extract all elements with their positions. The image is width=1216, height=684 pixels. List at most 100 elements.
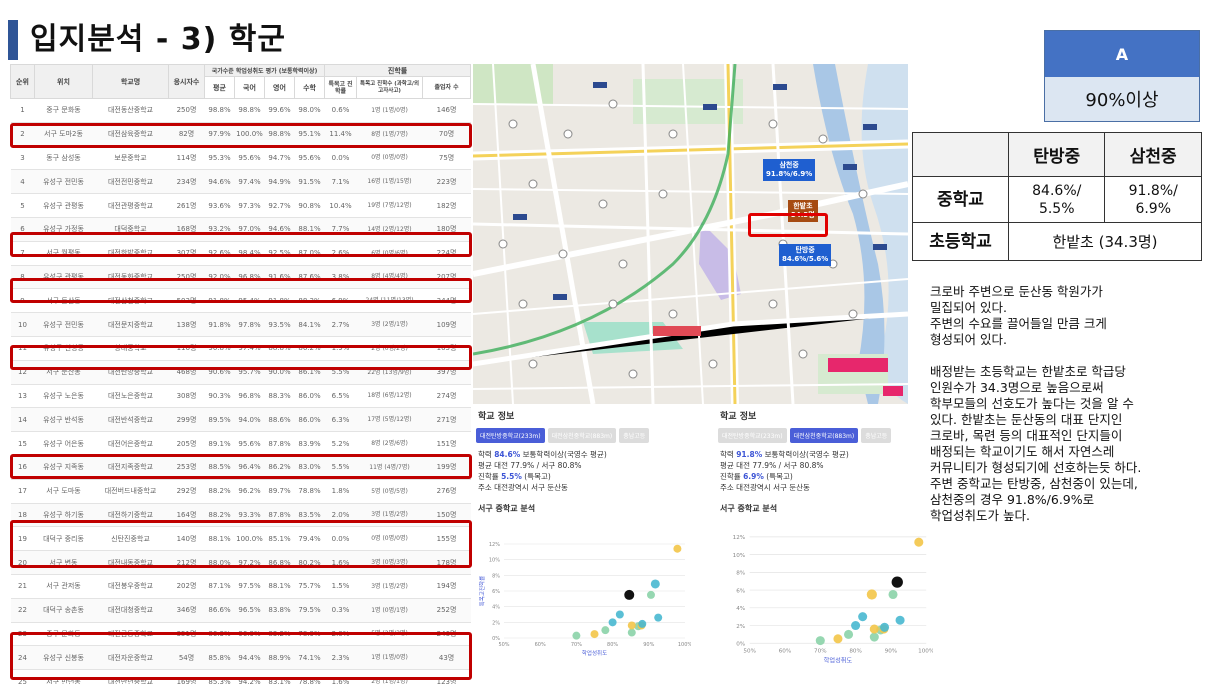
table-cell: 271명 (422, 407, 471, 433)
y-tick-label: 4% (492, 605, 500, 611)
scatter-point (914, 537, 924, 547)
tab-tanbang[interactable]: 대전탄방중학교(233m) (476, 428, 545, 443)
title-accent-bar (8, 20, 18, 60)
table-cell: 유성구 반석동 (34, 407, 93, 433)
table-cell: 292명 (168, 479, 205, 504)
scatter-point (608, 618, 617, 627)
table-cell: 8명 (2명/6명) (356, 431, 423, 456)
table-cell: 95.6% (234, 146, 265, 171)
table-cell: 92.7% (264, 193, 295, 218)
panel-title: 학교 정보 (720, 412, 757, 422)
table-cell: 대전버드내중학교 (92, 479, 169, 504)
header-english: 영어 (264, 76, 295, 99)
header-school: 학교명 (92, 64, 169, 99)
table-cell: 17명 (5명/12명) (356, 407, 423, 433)
x-tick-label: 90% (885, 648, 898, 654)
table-cell: 94.0% (234, 407, 265, 433)
header-location: 위치 (34, 64, 93, 99)
tab-samcheon[interactable]: 대전삼천중학교(883m) (547, 428, 617, 443)
cmp-samcheon-value: 91.8%/ 6.9% (1104, 176, 1202, 223)
table-cell: 유성구 노은동 (34, 384, 93, 409)
y-tick-label: 8% (736, 571, 746, 577)
scatter-point (627, 628, 636, 637)
scatter-point (654, 613, 663, 622)
tab-chungnam[interactable]: 충남고등 (861, 428, 892, 443)
map-label-samcheon: 삼천중 91.8%/6.9% (763, 159, 816, 181)
y-tick-label: 0% (736, 642, 746, 648)
table-cell: 88.6% (264, 407, 295, 433)
table-cell: 91.5% (294, 169, 325, 195)
table-cell: 1.8% (324, 479, 357, 504)
scatter-point (638, 619, 647, 628)
x-tick-label: 100% (918, 648, 933, 654)
cmp-elementary-value: 한밭초 (34.3명) (1008, 222, 1202, 261)
y-tick-label: 6% (492, 589, 500, 595)
scatter-point (646, 590, 655, 599)
table-cell: 97.8% (234, 312, 265, 337)
scatter-point (815, 636, 825, 646)
x-tick-label: 70% (571, 642, 582, 648)
table-cell: 88.2% (204, 479, 235, 504)
y-tick-label: 2% (492, 620, 500, 626)
header-examinees: 응시자수 (168, 64, 205, 99)
x-tick-label: 50% (743, 648, 756, 654)
table-cell: 138명 (168, 312, 205, 337)
scatter-point (833, 634, 843, 644)
table-cell: 94.9% (264, 169, 295, 195)
table-cell: 250명 (168, 98, 205, 123)
table-row: 21 서구 관저동 대전봉우중학교 202명 87.1% 97.5% 88.1% 75.7% 1… (10, 574, 471, 599)
scatter-point (601, 626, 610, 635)
table-cell: 보문중학교 (92, 146, 169, 171)
highlight-row-9 (10, 278, 472, 303)
table-cell: 3 (10, 146, 35, 171)
cmp-col-samcheon: 삼천중 (1104, 132, 1202, 177)
page-title: 입지분석 - 3) 학군 (30, 22, 286, 57)
table-cell: 22 (10, 598, 35, 623)
header-group-achievement: 국가수준 학업성취도 평가 (보통학력이상) (203, 64, 326, 77)
x-tick-label: 70% (814, 648, 827, 654)
scatter-chart-tanbang: 0%2%4%6%8%10%12%50% 60% 70% 80% 90% 100%학업성취도… (478, 542, 691, 657)
y-tick-label: 12% (489, 542, 500, 548)
table-cell: 96.5% (234, 598, 265, 623)
table-cell: 2.7% (324, 312, 357, 337)
table-cell: 97.3% (234, 193, 265, 218)
x-tick-label: 60% (535, 642, 546, 648)
scatter-point (895, 615, 905, 625)
tab-samcheon[interactable]: 대전삼천중학교(883m) (789, 428, 859, 443)
table-cell: 대전어은중학교 (92, 431, 169, 456)
table-cell: 유성구 어은동 (34, 431, 93, 456)
table-cell: 유성구 전민동 (34, 169, 93, 195)
table-cell: 5 (10, 193, 35, 218)
highlight-row-17 (10, 454, 472, 479)
tab-chungnam[interactable]: 충남고등 (619, 428, 650, 443)
scatter-point (888, 589, 898, 600)
cmp-row-elementary: 초등학교 (912, 222, 1009, 261)
scatter-point (844, 629, 854, 639)
table-cell: 동구 삼성동 (34, 146, 93, 171)
x-axis-label: 학업성취도 (582, 649, 607, 657)
table-cell: 90.3% (204, 384, 235, 409)
x-tick-label: 80% (607, 642, 618, 648)
table-cell: 5.2% (324, 431, 357, 456)
location-map[interactable]: 삼천중 91.8%/6.9% 한밭초 34.3명 탄방중 84.6%/5.6% (473, 64, 908, 404)
description-paragraph-2: 배정받는 초등학교는 한밭초로 학급당 인원수가 34.3명으로 높음으로써 학… (930, 364, 1142, 523)
table-cell: 97.5% (234, 574, 265, 599)
table-cell: 대전동산중학교 (92, 98, 169, 123)
school-tabs: 대전탄방중학교(233m) 대전삼천중학교(883m) 충남고등 (476, 428, 696, 443)
scatter-point (869, 624, 879, 634)
map-label-tanbang: 탄방중 84.6%/5.6% (779, 244, 832, 266)
highlighted-school-point (624, 589, 635, 600)
table-cell: 202명 (168, 574, 205, 599)
highlight-row-7 (10, 232, 472, 257)
table-row: 10 유성구 전민동 대전문지중학교 138명 91.8% 97.8% 93.5% 84.1%… (10, 312, 471, 337)
x-tick-label: 50% (498, 642, 509, 648)
table-cell: 299명 (168, 407, 205, 433)
table-cell: 97.4% (234, 169, 265, 195)
tab-tanbang[interactable]: 대전탄방중학교(233m) (718, 428, 787, 443)
ranking-table-body: 1 중구 문화동 대전동산중학교 250명 98.8% 98.8% 99.6% 98.0% 0.… (10, 98, 471, 684)
y-tick-label: 4% (736, 606, 746, 612)
table-row: 1 중구 문화동 대전동산중학교 250명 98.8% 98.8% 99.6% 98.0% 0.… (10, 98, 471, 123)
header-average: 평균 (204, 76, 235, 99)
table-cell: 223명 (422, 169, 471, 195)
table-cell: 대전대청중학교 (92, 598, 169, 623)
